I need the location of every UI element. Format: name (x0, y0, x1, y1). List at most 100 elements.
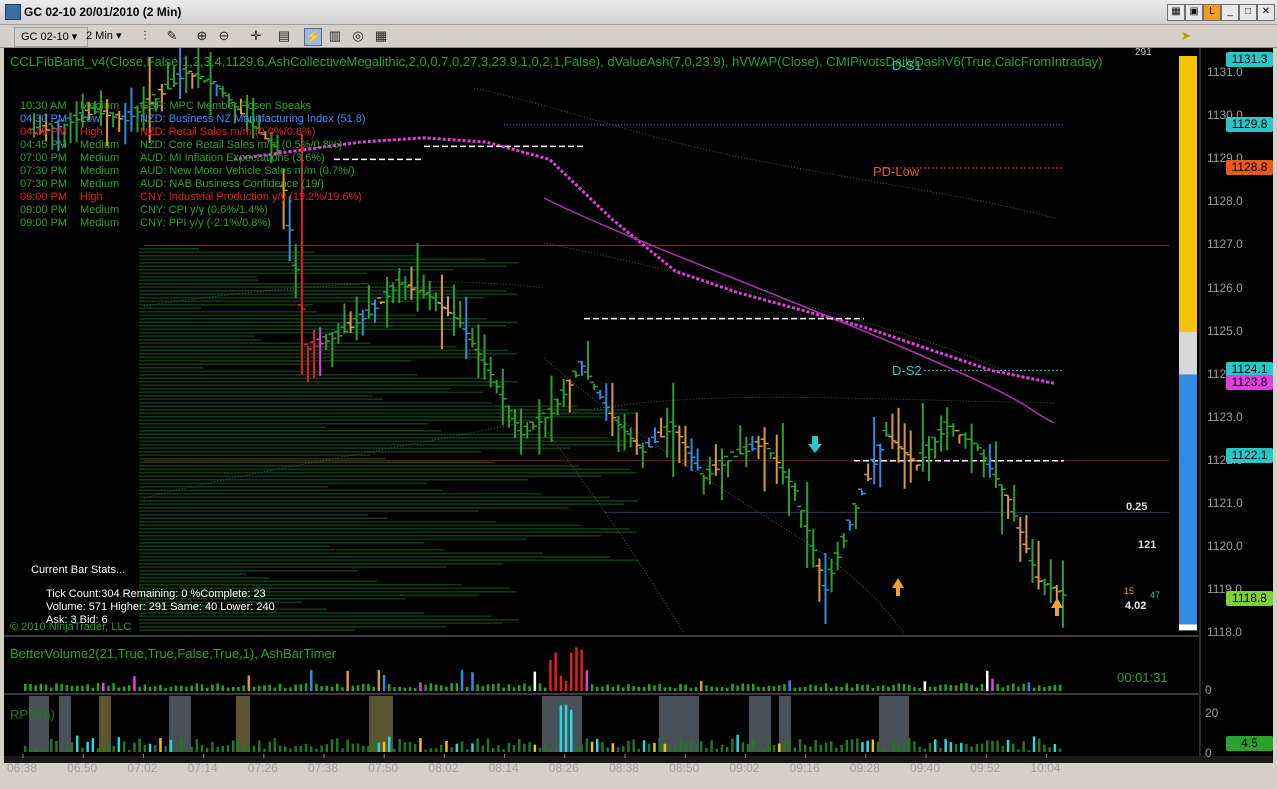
volume-bar (263, 685, 266, 691)
rpm-bar (263, 748, 266, 752)
rpm-bar (897, 745, 901, 752)
volume-bar (830, 687, 833, 691)
rpm-bar (148, 743, 152, 752)
volume-bar (247, 675, 251, 691)
strategies-icon[interactable]: ▥ (327, 28, 343, 44)
rpm-bar (793, 747, 797, 752)
volume-bar (679, 683, 682, 691)
news-text: AUD: New Motor Vehicle Sales m/m (0.7%/) (140, 165, 355, 177)
profile-bar (139, 426, 326, 429)
profile-bar (139, 307, 202, 310)
volume-bar (330, 686, 334, 691)
news-text: GBP: MPC Member Posen Speaks (140, 100, 312, 112)
volume-bar (1017, 686, 1020, 691)
rpm-bar (507, 742, 511, 752)
time-tick-label: 07:02 (127, 761, 158, 775)
rpm-bar (824, 742, 828, 752)
tile-icon[interactable]: ▦ (1167, 4, 1185, 21)
chart-panel[interactable]: CCLFibBand_v4(Close,False,1,2,3,4,1129.6… (4, 47, 1273, 775)
profile-bar (139, 521, 496, 523)
profile-bar (139, 346, 457, 348)
volume-bar (897, 683, 901, 691)
pin-icon[interactable]: ▣ (1185, 4, 1203, 21)
volume-bar (783, 684, 786, 691)
volume-bar (923, 681, 927, 691)
profile-bar (139, 367, 204, 369)
chart-trader-icon[interactable]: ◎ (350, 28, 366, 44)
volume-bar (861, 684, 864, 691)
volume-bar (1053, 684, 1057, 691)
news-impact: Low (80, 113, 101, 125)
interval-selector[interactable]: 2 Min ▾ (86, 27, 126, 45)
panel-separator (4, 693, 1199, 695)
bar-type-icon[interactable]: ⫶ (137, 28, 153, 44)
rpm-bar (991, 740, 994, 752)
price-tick-label: 1128.0 (1207, 194, 1243, 209)
volume-bar (523, 683, 526, 691)
rpm-bar (299, 746, 303, 752)
rpm-bar (908, 738, 911, 752)
profile-bar (139, 524, 581, 527)
rpm-bar (419, 738, 422, 752)
time-tick-label: 08:14 (488, 761, 519, 775)
rpm-bar (138, 738, 141, 752)
profile-bar (139, 458, 386, 460)
rpm-bar (741, 742, 745, 752)
instrument-selector[interactable]: GC 02-10 ▾ (14, 27, 88, 47)
rpm-bar (1048, 747, 1051, 752)
rpm-bar (341, 748, 344, 752)
volume-bar (434, 684, 438, 691)
rpm-bar (481, 745, 485, 752)
volume-bar (200, 684, 204, 691)
data-box-icon[interactable]: ▦ (373, 28, 389, 44)
band-yellow (1179, 56, 1197, 332)
volume-bar (377, 670, 381, 691)
rpm-bar (174, 746, 178, 752)
rpm-bar (949, 742, 953, 752)
news-time: 09:00 PM (20, 191, 68, 203)
rpm-bar (367, 746, 370, 752)
volume-bar (226, 687, 230, 691)
volume-bar (840, 687, 843, 691)
news-impact: Medium (80, 139, 120, 151)
profile-bar (139, 405, 578, 408)
rpm-bar (1001, 746, 1005, 752)
zoom-out-icon[interactable]: ⊖ (216, 28, 232, 44)
properties-icon[interactable]: ▤ (276, 28, 292, 44)
profile-bar (139, 479, 529, 481)
rpm-bar (518, 739, 521, 752)
price-marker: 1131.3 (1226, 52, 1273, 68)
rpm-bar (814, 740, 817, 752)
link-icon[interactable]: L (1203, 4, 1221, 21)
zoom-in-icon[interactable]: ⊕ (194, 28, 210, 44)
volume-bar (663, 687, 667, 691)
title-bar[interactable]: GC 02-10 20/01/2010 (2 Min) ▦ ▣ L _ □ ✕ (0, 0, 1277, 25)
indicators-icon[interactable]: ⚡ (304, 28, 322, 46)
maximize-icon[interactable]: □ (1239, 4, 1257, 21)
rpm-bar (221, 745, 225, 752)
volume-bar (242, 685, 245, 691)
volume-bar (1058, 684, 1062, 691)
volume-bar (169, 686, 173, 691)
volume-bar (299, 684, 303, 691)
rpm-bar (892, 742, 895, 752)
profile-bar (139, 517, 388, 520)
rpm-bar (570, 709, 573, 752)
minimize-icon[interactable]: _ (1221, 4, 1239, 21)
volume-bar (117, 687, 121, 691)
volume-bar (814, 685, 817, 691)
rpm-bar (611, 743, 615, 752)
volume-bar (902, 683, 906, 691)
close-icon[interactable]: ✕ (1257, 4, 1275, 21)
rpm-bar (320, 745, 323, 752)
volume-bar (746, 684, 750, 691)
news-impact: Medium (80, 204, 120, 216)
rpm-bar (268, 741, 271, 752)
volume-bar (741, 683, 745, 691)
rpm-bar (330, 739, 334, 752)
crosshair-icon[interactable]: ✛ (248, 28, 264, 44)
drawing-tool-icon[interactable]: ✎ (164, 28, 180, 44)
rpm-zone (29, 696, 49, 752)
news-text: CNY: Industrial Production y/y (19.2%/19… (140, 191, 362, 203)
profile-bar (139, 374, 418, 376)
